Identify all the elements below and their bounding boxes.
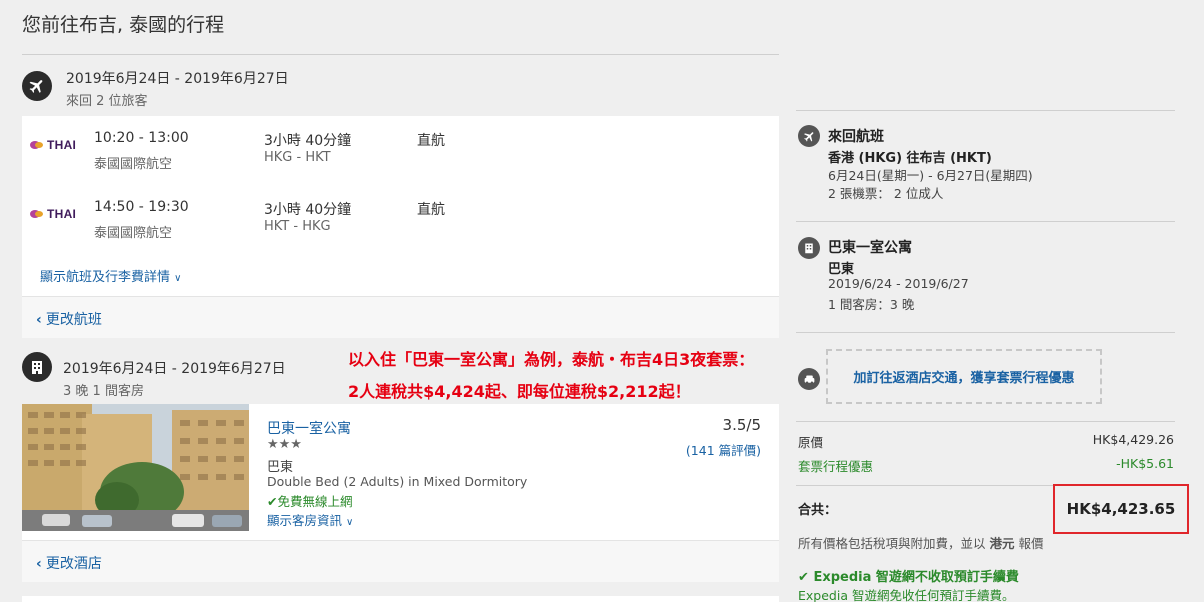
chevron-down-icon: ∨ (346, 517, 354, 528)
chevron-down-icon: ∨ (174, 273, 182, 284)
hotel-card: 巴東一室公寓 ★★★ 巴東 Double Bed (2 Adults) in M… (22, 404, 779, 582)
room-info-label: 顯示客房資訊 (267, 513, 343, 528)
summary-hotel-title: 巴東一室公寓 (828, 240, 912, 256)
summary-flight-tickets: 2 張機票： 2 位成人 (828, 186, 944, 201)
free-wifi-label: 免費無線上網 (277, 494, 353, 509)
divider (796, 110, 1175, 111)
leg-stops: 直航 (417, 133, 445, 149)
chevron-left-icon: ‹ (36, 312, 42, 328)
airline-logo-text: THAI (47, 207, 77, 221)
leg-stops: 直航 (417, 202, 445, 218)
leg-duration: 3小時 40分鐘 (264, 133, 352, 149)
hotel-name-link[interactable]: 巴東一室公寓 (267, 418, 351, 438)
tax-note-suffix: 報價 (1018, 536, 1044, 551)
divider (22, 54, 779, 55)
total-price-value: HK$4,423.65 (1066, 500, 1176, 518)
leg-route: HKT - HKG (264, 219, 331, 234)
change-flight-bar: ‹ 更改航班 (22, 296, 779, 338)
airplane-icon (798, 125, 820, 147)
add-transfer-label: 加訂往返酒店交通，獲享套票行程優惠 (853, 371, 1075, 386)
no-booking-fee: ✔ Expedia 智遊網不收取預訂手續費 (798, 566, 1019, 585)
thai-airways-logo: THAI (30, 138, 76, 152)
building-icon (22, 352, 52, 382)
summary-hotel-dates: 2019/6/24 - 2019/6/27 (828, 276, 969, 291)
building-icon (798, 237, 820, 259)
airplane-icon (22, 71, 52, 101)
total-price-highlight: HK$4,423.65 (1053, 484, 1189, 534)
free-wifi: ✔免費無線上網 (267, 491, 353, 510)
checkmark-icon: ✔ (267, 494, 278, 509)
thai-airways-logo: THAI (30, 207, 76, 221)
airline-logo-text: THAI (47, 138, 77, 152)
thai-orchid-icon (30, 141, 43, 149)
promo-annotation-line1: 以入住「巴東一室公寓」為例，泰航・布吉4日3夜套票： (348, 350, 755, 369)
add-transfer-promo[interactable]: 加訂往返酒店交通，獲享套票行程優惠 (826, 349, 1102, 404)
leg-duration: 3小時 40分鐘 (264, 202, 352, 218)
divider (796, 332, 1175, 333)
flight-card: THAI 10:20 - 13:00 泰國國際航空 3小時 40分鐘 HKG -… (22, 116, 779, 338)
leg-times: 10:20 - 13:00 (94, 130, 189, 146)
leg-airline: 泰國國際航空 (94, 226, 173, 241)
divider (796, 221, 1175, 222)
leg-airline: 泰國國際航空 (94, 157, 173, 172)
no-booking-fee-title: Expedia 智遊網不收取預訂手續費 (813, 570, 1019, 585)
divider (796, 421, 1175, 422)
tax-note: 所有價格包括稅項與附加費，並以 港元 報價 (798, 533, 1044, 552)
original-price-value: HK$4,429.26 (1092, 432, 1174, 447)
hotel-stars: ★★★ (267, 437, 302, 452)
summary-flight-title: 來回航班 (828, 129, 884, 145)
hotel-reviews-link[interactable]: (141 篇評價) (686, 440, 761, 459)
leg-route: HKG - HKT (264, 150, 331, 165)
change-flight-label: 更改航班 (45, 312, 102, 328)
original-price-label: 原價 (798, 435, 824, 450)
hotel-room-type: Double Bed (2 Adults) in Mixed Dormitory (267, 474, 528, 489)
flight-details-link[interactable]: 顯示航班及行李費詳情 ∨ (40, 266, 181, 285)
hotel-stay-info: 3 晚 1 間客房 (63, 384, 144, 399)
hotel-rating: 3.5/5 (722, 416, 761, 434)
flight-dates: 2019年6月24日 - 2019年6月27日 (66, 71, 289, 87)
package-discount-label: 套票行程優惠 (798, 459, 874, 474)
package-discount-value: -HK$5.61 (1116, 456, 1174, 471)
checkmark-icon: ✔ (798, 570, 809, 585)
no-booking-fee-sub: Expedia 智遊網免收任何預訂手續費。 (798, 588, 1015, 602)
currency-label: 港元 (989, 536, 1015, 551)
change-flight-link[interactable]: ‹ 更改航班 (36, 309, 102, 329)
thai-orchid-icon (30, 210, 43, 218)
total-label: 合共： (798, 503, 838, 518)
flight-details-label: 顯示航班及行李費詳情 (40, 270, 171, 285)
change-hotel-link[interactable]: ‹ 更改酒店 (36, 553, 102, 573)
hotel-dates: 2019年6月24日 - 2019年6月27日 (63, 361, 286, 377)
next-card-edge (22, 596, 779, 602)
hotel-area: 巴東 (267, 460, 294, 475)
room-info-link[interactable]: 顯示客房資訊 ∨ (267, 510, 353, 529)
leg-times: 14:50 - 19:30 (94, 199, 189, 215)
hotel-photo[interactable] (22, 404, 249, 531)
summary-flight-dates: 6月24日(星期一) - 6月27日(星期四) (828, 168, 1033, 183)
summary-hotel-rooms: 1 間客房：3 晚 (828, 297, 915, 312)
summary-flight-route: 香港 (HKG) 往布吉 (HKT) (828, 151, 992, 166)
change-hotel-label: 更改酒店 (45, 556, 102, 572)
promo-annotation-line2: 2人連稅共$4,424起、即每位連稅$2,212起！ (348, 382, 691, 401)
chevron-left-icon: ‹ (36, 556, 42, 572)
change-hotel-bar: ‹ 更改酒店 (22, 540, 779, 582)
tax-note-text: 所有價格包括稅項與附加費，並以 (798, 536, 986, 551)
car-icon (798, 368, 820, 390)
flight-trip-info: 來回 2 位旅客 (66, 94, 148, 109)
summary-hotel-area: 巴東 (828, 262, 855, 277)
page-title: 您前往布吉, 泰國的行程 (22, 14, 225, 36)
